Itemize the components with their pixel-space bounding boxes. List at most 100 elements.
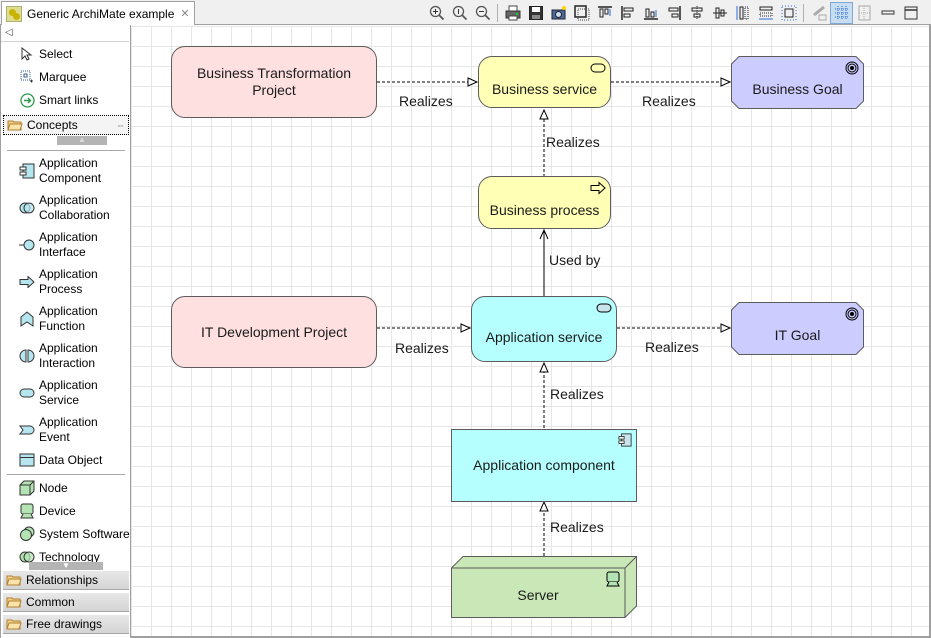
palette-item-application-process[interactable]: Application Process bbox=[19, 266, 119, 298]
relation-label[interactable]: Realizes bbox=[546, 134, 600, 150]
palette-item-application-collaboration[interactable]: Application Collaboration bbox=[19, 192, 119, 224]
maximize-view-button[interactable] bbox=[899, 2, 922, 24]
palette-item-application-interaction[interactable]: Application Interaction bbox=[19, 340, 119, 372]
drawer-concepts[interactable]: Concepts ⇔ bbox=[3, 115, 129, 135]
collapse-palette-icon[interactable]: ◁ bbox=[5, 27, 17, 39]
relation-label[interactable]: Used by bbox=[549, 252, 600, 268]
format-painter-icon bbox=[812, 5, 826, 20]
format-painter-button[interactable] bbox=[807, 2, 830, 24]
folder-open-icon bbox=[6, 619, 22, 630]
palette-item-node[interactable]: Node bbox=[19, 479, 68, 497]
zoom-normal-button[interactable] bbox=[448, 2, 471, 24]
folder-open-icon bbox=[7, 120, 23, 131]
relation-label[interactable]: Realizes bbox=[399, 93, 453, 109]
align-right-button[interactable] bbox=[662, 2, 685, 24]
item-label: Application Service bbox=[39, 378, 98, 407]
node-business-process[interactable]: Business process bbox=[478, 176, 611, 229]
relation-label[interactable]: Realizes bbox=[642, 93, 696, 109]
align-top-button[interactable] bbox=[593, 2, 616, 24]
goal-icon bbox=[845, 307, 859, 321]
folder-open-icon bbox=[6, 597, 22, 608]
drawer-label: Free drawings bbox=[26, 617, 103, 631]
close-icon[interactable]: ✕ bbox=[180, 7, 189, 20]
editor-tab[interactable]: Generic ArchiMate example ✕ bbox=[1, 1, 195, 25]
drawer-relationships[interactable]: Relationships bbox=[3, 570, 129, 590]
palette-item-data-object[interactable]: Data Object bbox=[19, 451, 102, 469]
align-center-button[interactable] bbox=[685, 2, 708, 24]
relation-label[interactable]: Realizes bbox=[550, 386, 604, 402]
zoom-in-button[interactable] bbox=[425, 2, 448, 24]
archimate-diagram-icon bbox=[6, 5, 22, 22]
relation-label[interactable]: Realizes bbox=[645, 339, 699, 355]
node-label: Server bbox=[517, 586, 559, 603]
palette-item-application-event[interactable]: Application Event bbox=[19, 414, 119, 446]
item-label: Application Component bbox=[39, 156, 102, 185]
default-size-icon bbox=[781, 5, 796, 20]
service-icon bbox=[590, 63, 606, 73]
match-width-button[interactable] bbox=[754, 2, 777, 24]
node-server[interactable]: Server bbox=[451, 556, 637, 618]
item-label: Application Event bbox=[39, 415, 98, 444]
marquee-icon bbox=[19, 69, 35, 85]
node-business-goal[interactable]: Business Goal bbox=[731, 56, 864, 109]
palette-divider bbox=[1, 41, 129, 42]
palette-separator bbox=[7, 474, 125, 475]
palette-item-application-interface[interactable]: Application Interface bbox=[19, 229, 119, 261]
node-icon bbox=[19, 480, 35, 496]
zoom-out-button[interactable] bbox=[471, 2, 494, 24]
node-it-goal[interactable]: IT Goal bbox=[731, 302, 864, 355]
select-tool[interactable]: Select bbox=[19, 45, 72, 63]
pin-drawer-icon[interactable]: ⇔ bbox=[116, 120, 125, 130]
scroll-up-button[interactable]: ▲ bbox=[57, 136, 107, 145]
zoom-in-icon bbox=[429, 5, 444, 20]
node-business-transformation-project[interactable]: Business Transformation Project bbox=[171, 46, 377, 118]
minimize-icon bbox=[881, 10, 894, 14]
smart-links-tool[interactable]: Smart links bbox=[19, 91, 98, 109]
palette-item-application-function[interactable]: Application Function bbox=[19, 303, 119, 335]
drawer-free-drawings[interactable]: Free drawings bbox=[3, 614, 129, 634]
zoom-reset-icon bbox=[452, 5, 467, 20]
palette-item-system-software[interactable]: System Software bbox=[19, 525, 130, 543]
align-middle-button[interactable] bbox=[708, 2, 731, 24]
palette-item-application-component[interactable]: Application Component bbox=[19, 155, 119, 187]
relation-label[interactable]: Realizes bbox=[395, 340, 449, 356]
relation-label[interactable]: Realizes bbox=[550, 519, 604, 535]
print-button[interactable] bbox=[501, 2, 524, 24]
align-left-button[interactable] bbox=[616, 2, 639, 24]
node-application-service[interactable]: Application service bbox=[471, 296, 617, 362]
align-middle-icon bbox=[712, 7, 727, 18]
device-icon bbox=[606, 571, 620, 587]
node-it-development-project[interactable]: IT Development Project bbox=[171, 296, 377, 368]
grid-off-icon bbox=[858, 5, 870, 20]
item-label: System Software bbox=[39, 526, 130, 541]
service-icon bbox=[596, 303, 612, 313]
export-image-button[interactable] bbox=[547, 2, 570, 24]
snap-to-grid-button[interactable] bbox=[830, 1, 853, 24]
pointer-icon bbox=[19, 46, 35, 62]
show-grid-button[interactable] bbox=[853, 2, 876, 24]
diagram-canvas[interactable]: Business Transformation Project Business… bbox=[131, 26, 930, 638]
node-business-service[interactable]: Business service bbox=[478, 56, 611, 108]
node-application-component[interactable]: Application component bbox=[451, 429, 637, 502]
node-label: Application component bbox=[473, 457, 615, 473]
match-size-icon bbox=[573, 4, 589, 20]
process-icon bbox=[590, 181, 606, 195]
system-software-icon bbox=[19, 526, 35, 542]
palette-item-device[interactable]: Device bbox=[19, 502, 76, 520]
match-height-button[interactable] bbox=[731, 2, 754, 24]
item-label: Device bbox=[39, 503, 76, 518]
minimize-view-button[interactable] bbox=[876, 2, 899, 24]
save-button[interactable] bbox=[524, 2, 547, 24]
default-size-button[interactable] bbox=[777, 2, 800, 24]
palette-separator bbox=[7, 150, 125, 151]
palette-item-application-service[interactable]: Application Service bbox=[19, 377, 119, 409]
marquee-tool[interactable]: Marquee bbox=[19, 68, 86, 86]
drawer-common[interactable]: Common bbox=[3, 592, 129, 612]
app-interface-icon bbox=[19, 237, 35, 253]
align-bottom-button[interactable] bbox=[639, 2, 662, 24]
app-interaction-icon bbox=[19, 348, 35, 364]
device-icon bbox=[19, 503, 35, 519]
app-service-icon bbox=[19, 385, 35, 401]
match-size-button[interactable] bbox=[570, 2, 593, 24]
drawer-label: Common bbox=[26, 595, 75, 609]
